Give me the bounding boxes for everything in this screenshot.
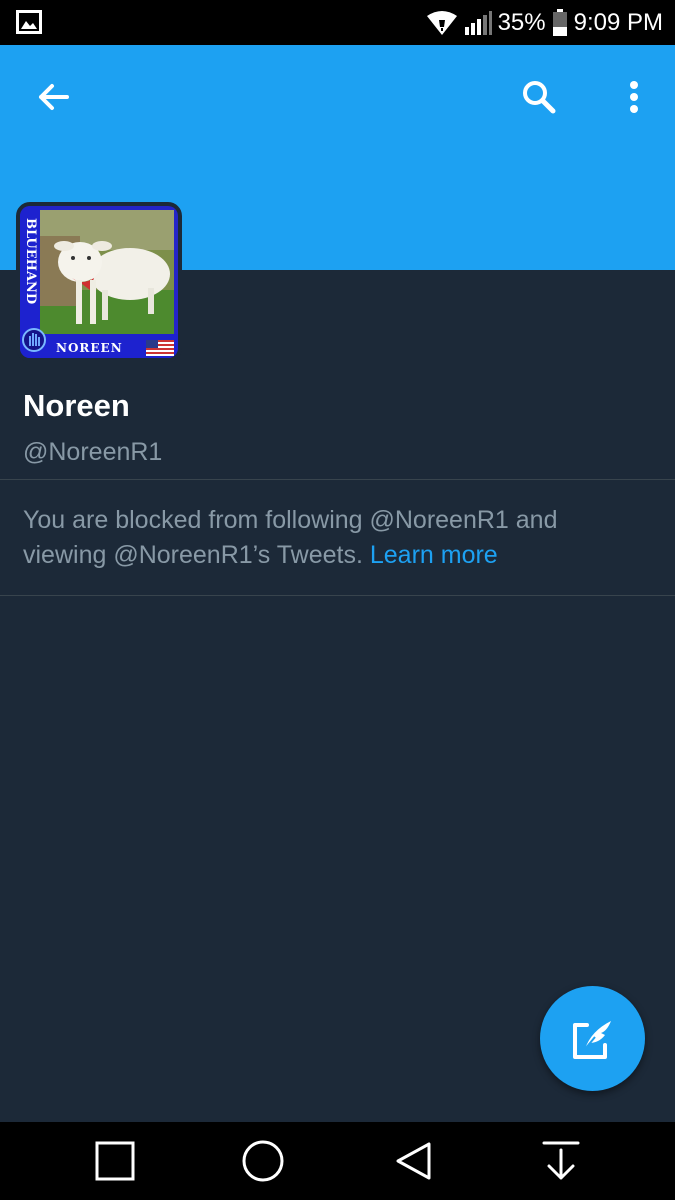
battery-percent: 35% bbox=[497, 9, 546, 36]
system-nav-bar bbox=[0, 1122, 675, 1200]
blocked-notice: You are blocked from following @NoreenR1… bbox=[23, 503, 643, 573]
compose-tweet-icon bbox=[572, 1020, 611, 1059]
divider bbox=[0, 595, 675, 596]
learn-more-link[interactable]: Learn more bbox=[370, 541, 498, 569]
display-name: Noreen bbox=[23, 388, 130, 423]
notification-pull-button[interactable] bbox=[536, 1136, 586, 1186]
back-nav-button[interactable] bbox=[388, 1136, 438, 1186]
notification-pull-icon bbox=[542, 1141, 580, 1180]
back-button[interactable] bbox=[25, 69, 81, 125]
status-time: 9:09 PM bbox=[573, 9, 663, 36]
avatar-image: BLUEHAND NOREEN bbox=[20, 206, 178, 358]
back-icon bbox=[396, 1142, 431, 1180]
home-button[interactable] bbox=[238, 1136, 288, 1186]
search-button[interactable] bbox=[511, 69, 567, 125]
more-vert-icon bbox=[630, 81, 638, 113]
battery-icon bbox=[552, 9, 567, 36]
compose-tweet-button[interactable] bbox=[540, 986, 645, 1091]
recent-apps-icon bbox=[95, 1141, 135, 1181]
more-options-button[interactable] bbox=[606, 69, 662, 125]
divider bbox=[0, 479, 675, 480]
home-icon bbox=[242, 1140, 284, 1182]
back-arrow-icon bbox=[39, 84, 69, 110]
avatar-bottom-text: NOREEN bbox=[56, 341, 123, 355]
status-bar: 35% 9:09 PM bbox=[0, 0, 675, 45]
search-icon bbox=[523, 81, 556, 114]
recent-apps-button[interactable] bbox=[90, 1136, 140, 1186]
avatar-side-text: BLUEHAND bbox=[23, 218, 38, 304]
profile-handle: @NoreenR1 bbox=[23, 438, 163, 466]
gallery-icon bbox=[16, 10, 42, 34]
wifi-icon bbox=[426, 11, 457, 35]
signal-icon bbox=[464, 11, 492, 35]
avatar[interactable]: BLUEHAND NOREEN bbox=[16, 202, 182, 362]
